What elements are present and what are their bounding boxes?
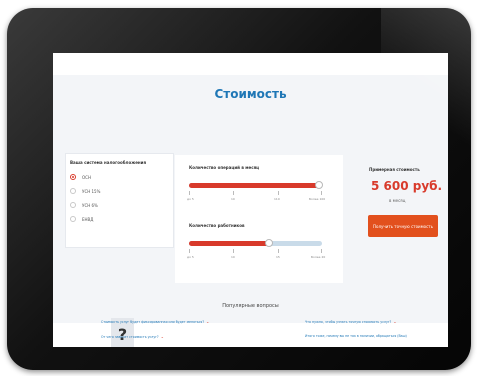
tick xyxy=(233,249,234,253)
price-label: Примерная стоимость xyxy=(369,167,420,172)
employees-tick-label: до 5 xyxy=(187,255,194,259)
tick xyxy=(233,191,234,195)
tick xyxy=(278,191,279,195)
faq-item[interactable]: Стоимость услуг будет фиксированная или … xyxy=(101,319,209,324)
tax-option-label: ОСН xyxy=(82,174,91,180)
tick xyxy=(321,249,322,253)
tax-system-title: Ваша система налогообложения xyxy=(70,160,147,165)
employees-slider[interactable] xyxy=(189,239,322,247)
faq-title: Популярные вопросы xyxy=(222,303,279,309)
faq-item[interactable]: Итого тоже, почему вы не так в наличии, … xyxy=(305,334,407,338)
operations-tick-label: до 5 xyxy=(187,197,194,201)
screen: Стоимость Ваша система налогообложения О… xyxy=(53,53,448,347)
operations-title: Количество операций в месяц xyxy=(189,165,260,170)
radio-icon[interactable] xyxy=(70,216,76,222)
price-value: 5 600 руб. xyxy=(371,179,443,193)
chevron-down-icon[interactable]: ⌄ xyxy=(206,319,209,324)
radio-icon[interactable] xyxy=(70,188,76,194)
tax-option-label: УСН 15% xyxy=(82,188,101,194)
faq-item-text[interactable]: Итого тоже, почему вы не так в наличии, … xyxy=(305,334,407,338)
tax-option-usn15[interactable]: УСН 15% xyxy=(70,186,100,196)
radio-icon[interactable] xyxy=(70,202,76,208)
tablet-frame: Стоимость Ваша система налогообложения О… xyxy=(7,8,471,370)
tax-system-panel: Ваша система налогообложения ОСН УСН 15%… xyxy=(65,153,174,248)
operations-slider-fill xyxy=(189,183,320,188)
faq-item[interactable]: Что нужно, чтобы узнать точную стоимость… xyxy=(305,319,397,324)
faq-item-text[interactable]: Что нужно, чтобы узнать точную стоимость… xyxy=(305,320,391,324)
price-period: в месяц xyxy=(389,198,406,203)
faq-item-text[interactable]: От чего зависит стоимость услуг? xyxy=(101,335,159,339)
employees-tick-label: 10 xyxy=(231,255,235,259)
operations-tick-label: Более 100 xyxy=(309,197,326,201)
tax-option-osn[interactable]: ОСН xyxy=(70,172,91,182)
employees-slider-fill xyxy=(189,241,269,246)
operations-tick-label: 110 xyxy=(274,197,280,201)
tax-option-envd[interactable]: ЕНВД xyxy=(70,214,93,224)
employees-slider-handle[interactable] xyxy=(264,239,273,247)
operations-slider[interactable] xyxy=(189,181,324,189)
page-title: Стоимость xyxy=(214,87,287,101)
tax-option-label: УСН 6% xyxy=(82,202,98,208)
faq-item-text[interactable]: Стоимость услуг будет фиксированная или … xyxy=(101,320,204,324)
faq-item[interactable]: От чего зависит стоимость услуг? ⌄ xyxy=(101,334,164,339)
chevron-down-icon[interactable]: ⌄ xyxy=(393,319,396,324)
employees-tick-label: Более 20 xyxy=(311,255,326,259)
tick xyxy=(278,249,279,253)
employees-title: Количество работников xyxy=(189,223,245,228)
tick xyxy=(189,249,190,253)
tick xyxy=(321,191,322,195)
employees-tick-label: 15 xyxy=(276,255,280,259)
tick xyxy=(189,191,190,195)
top-strip xyxy=(53,53,448,75)
operations-tick-label: 10 xyxy=(231,197,235,201)
radio-selected-icon[interactable] xyxy=(70,174,76,180)
chevron-down-icon[interactable]: ⌄ xyxy=(161,334,164,339)
operations-slider-handle[interactable] xyxy=(315,181,324,189)
sliders-panel: Количество операций в месяц до 5 10 110 … xyxy=(175,155,343,283)
tax-option-label: ЕНВД xyxy=(82,216,94,222)
tax-option-usn6[interactable]: УСН 6% xyxy=(70,200,98,210)
get-exact-price-button[interactable]: Получить точную стоимость xyxy=(368,215,438,237)
